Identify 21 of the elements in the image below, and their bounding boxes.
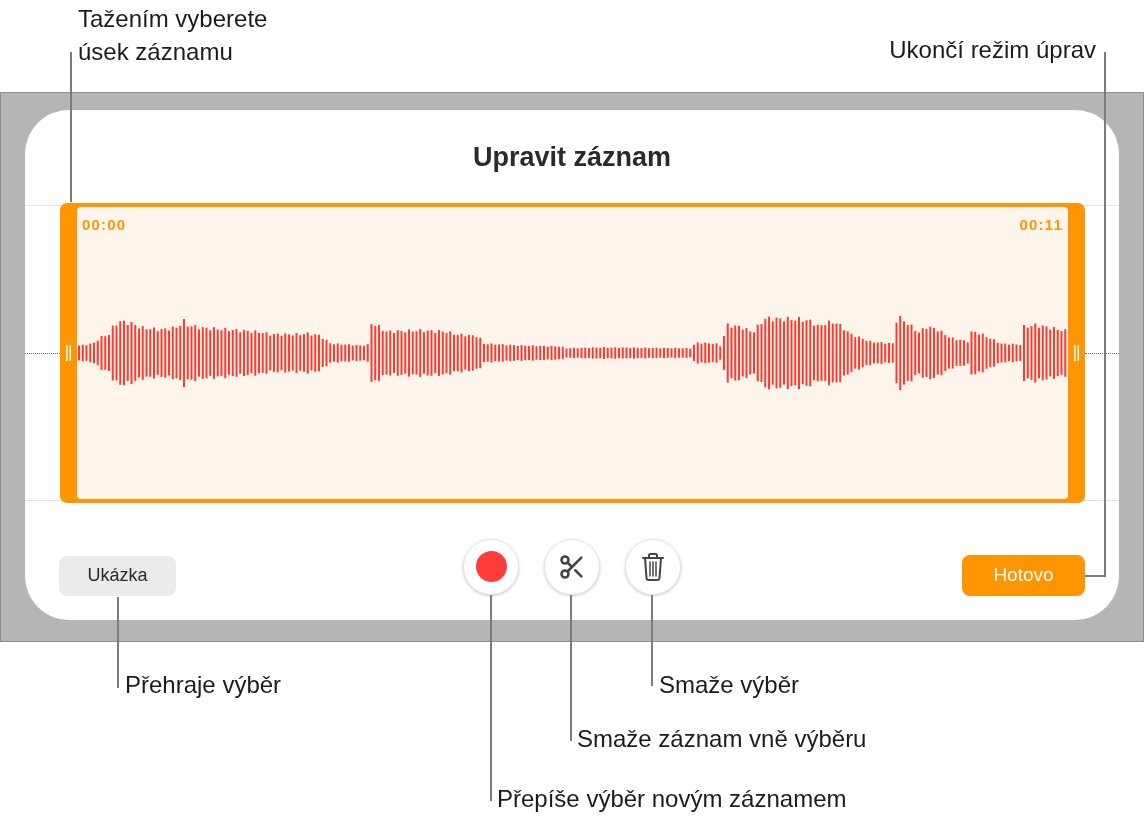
callout-label: Ukončí režim úprav: [889, 35, 1096, 65]
callout-label: Přepíše výběr novým záznamem: [497, 784, 847, 814]
preview-button[interactable]: Ukázka: [59, 555, 176, 596]
callout-label: Přehraje výběr: [125, 670, 282, 700]
scissors-icon: [558, 552, 586, 581]
start-time: 00:00: [82, 215, 127, 235]
dialog-title: Upravit záznam: [472, 141, 672, 175]
handle-grip-icon[interactable]: [1074, 345, 1079, 361]
record-button[interactable]: [463, 538, 519, 595]
selection-frame[interactable]: 00:00 00:11: [60, 203, 1085, 503]
trash-icon: [642, 552, 664, 581]
trim-button[interactable]: [544, 538, 600, 595]
handle-grip-icon[interactable]: [66, 345, 71, 361]
record-icon: [475, 551, 507, 582]
callout-label: Smaže záznam vně výběru: [577, 724, 867, 754]
callout-label: Tažením vyberete úsek záznamu: [78, 4, 269, 67]
end-time: 00:11: [1019, 215, 1063, 235]
center-line: [1085, 352, 1119, 354]
callout-label: Smaže výběr: [659, 670, 800, 700]
done-button[interactable]: Hotovo: [962, 555, 1085, 596]
delete-button[interactable]: [625, 538, 681, 595]
